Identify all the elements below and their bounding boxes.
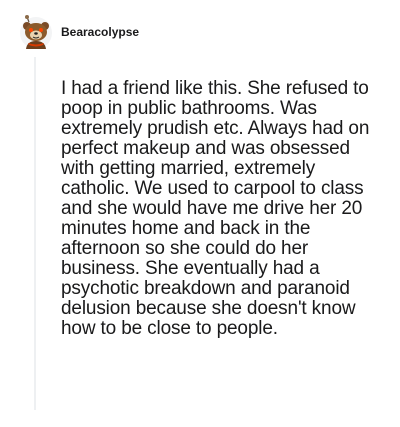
thread-line[interactable] xyxy=(34,57,36,410)
comment-author[interactable]: Bearacolypse xyxy=(61,25,139,39)
comment-card: Bearacolypse I had a friend like this. S… xyxy=(0,0,400,427)
avatar[interactable] xyxy=(19,14,53,50)
snoo-avatar-icon xyxy=(20,15,52,49)
comment-body: I had a friend like this. She refused to… xyxy=(61,78,370,339)
